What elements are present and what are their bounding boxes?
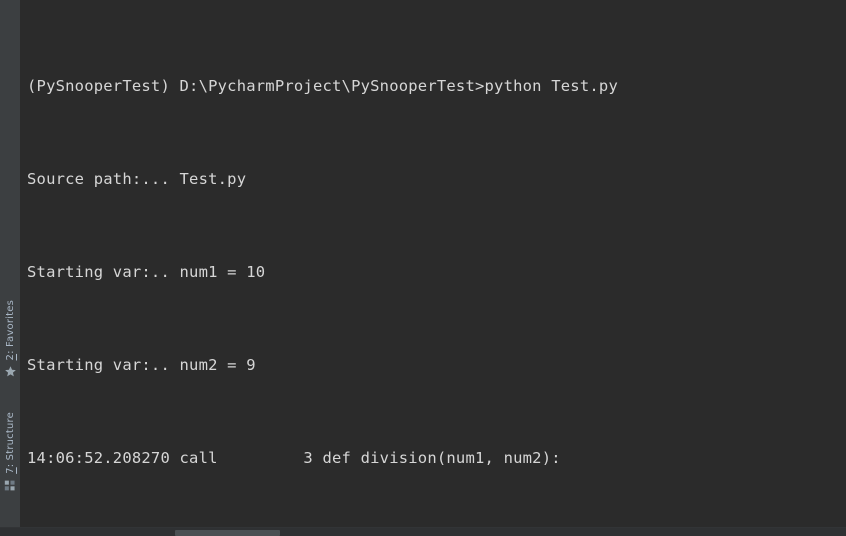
sidebar-item-structure-label: 7: Structure: [4, 412, 16, 474]
console-line: Source path:... Test.py: [27, 170, 247, 188]
console-line: 14:06:52.208270 call 3 def division(num1…: [27, 449, 561, 467]
console-line: Starting var:.. num1 = 10: [27, 263, 266, 281]
sidebar-item-favorites[interactable]: 2: Favorites: [0, 300, 21, 377]
console-line: (PySnooperTest) D:\PycharmProject\PySnoo…: [27, 77, 618, 95]
console-output-text: (PySnooperTest) D:\PycharmProject\PySnoo…: [27, 9, 846, 536]
sidebar-item-favorites-label: 2: Favorites: [4, 300, 16, 361]
horizontal-scrollbar[interactable]: [0, 527, 846, 536]
pycharm-run-console-window: 2: Favorites 7: Structure (PySnooperTest…: [0, 0, 846, 536]
structure-grid-icon: [4, 477, 17, 491]
horizontal-scrollbar-thumb[interactable]: [175, 530, 280, 536]
console-line: Starting var:.. num2 = 9: [27, 356, 256, 374]
star-icon: [4, 363, 17, 377]
sidebar-item-structure[interactable]: 7: Structure: [0, 412, 21, 491]
tool-window-stripe: 2: Favorites 7: Structure: [0, 0, 21, 536]
console-output-pane[interactable]: (PySnooperTest) D:\PycharmProject\PySnoo…: [21, 0, 846, 536]
